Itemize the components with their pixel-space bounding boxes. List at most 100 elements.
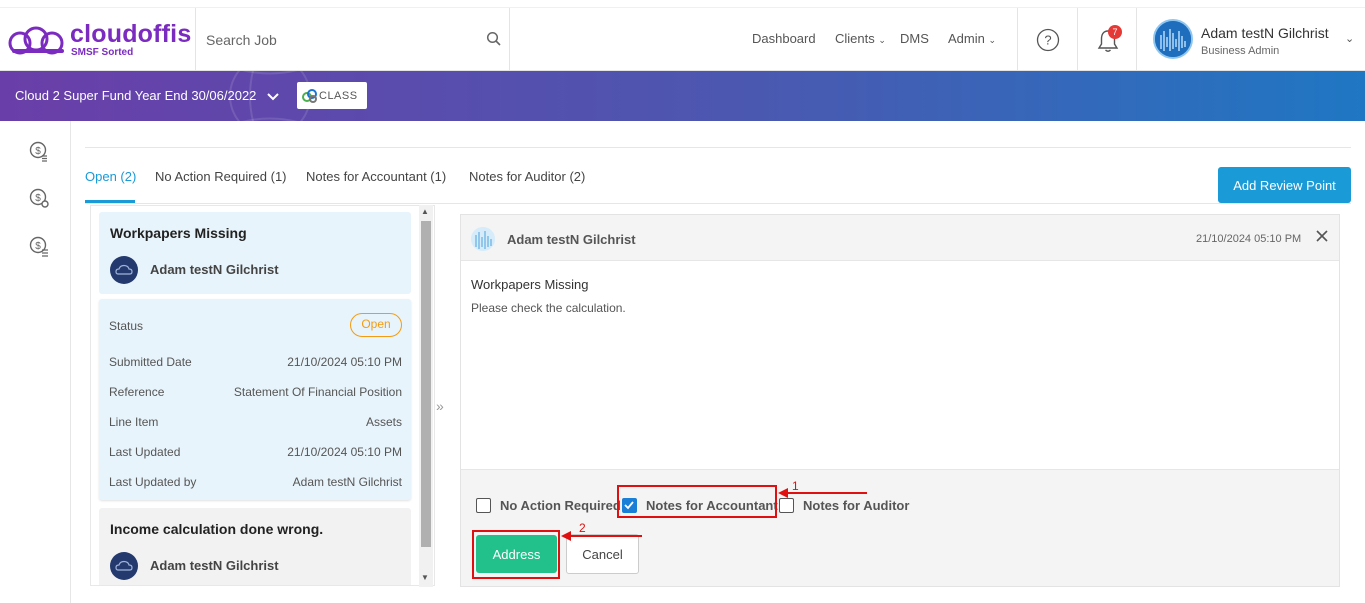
address-button[interactable]: Address	[476, 535, 557, 573]
checkbox-box	[779, 498, 794, 513]
divider	[85, 203, 1351, 204]
review-point-title: Income calculation done wrong.	[110, 521, 324, 537]
tab-notes-for-accountant[interactable]: Notes for Accountant (1)	[306, 169, 446, 184]
detail-value: 21/10/2024 05:10 PM	[287, 355, 402, 369]
class-logo-icon	[302, 89, 317, 103]
checkbox-box	[476, 498, 491, 513]
detail-label: Last Updated by	[109, 475, 197, 489]
notifications-button[interactable]: 7	[1077, 8, 1137, 71]
detail-actions: No Action Required Notes for Accountant …	[461, 469, 1339, 586]
detail-subject: Workpapers Missing	[471, 277, 589, 292]
detail-row-last-updated: Last Updated 21/10/2024 05:10 PM	[109, 445, 402, 463]
detail-row-reference: Reference Statement Of Financial Positio…	[109, 385, 402, 403]
cloudoffis-logo[interactable]: cloudoffis SMSF Sorted	[8, 20, 192, 60]
nav-admin[interactable]: Admin ⌄	[948, 31, 996, 46]
cloud-avatar-icon	[115, 560, 133, 571]
status-badge: Open	[350, 313, 402, 337]
detail-value: Assets	[365, 415, 402, 429]
review-point-details: Status Open Submitted Date 21/10/2024 05…	[99, 299, 411, 500]
detail-label: Line Item	[109, 415, 159, 429]
detail-label: Submitted Date	[109, 355, 192, 369]
brand-tagline: SMSF Sorted	[71, 47, 134, 58]
detail-date: 21/10/2024 05:10 PM	[1196, 233, 1302, 245]
avatar-waveform-icon	[1155, 21, 1191, 57]
detail-label: Last Updated	[109, 445, 181, 459]
tab-open[interactable]: Open (2)	[85, 169, 136, 184]
review-point-list: Workpapers Missing Adam testN Gilchrist …	[90, 205, 435, 586]
nav-clients-label: Clients	[835, 31, 875, 46]
review-point-author: Adam testN Gilchrist	[150, 262, 279, 277]
dollar-gear-icon[interactable]: $	[28, 187, 50, 209]
detail-value: 21/10/2024 05:10 PM	[287, 445, 402, 459]
fund-banner: Cloud 2 Super Fund Year End 30/06/2022 C…	[0, 71, 1365, 121]
detail-row-submitted: Submitted Date 21/10/2024 05:10 PM	[109, 355, 402, 373]
detail-author: Adam testN Gilchrist	[507, 232, 636, 247]
list-scrollbar[interactable]: ▲ ▼	[419, 205, 433, 587]
avatar	[1153, 19, 1193, 59]
class-partner-logo: CLASS	[297, 82, 367, 109]
review-points-main: Open (2) No Action Required (1) Notes fo…	[71, 121, 1365, 603]
chevron-down-icon: ⌄	[988, 35, 997, 45]
chevron-down-icon	[267, 92, 279, 100]
review-point-author: Adam testN Gilchrist	[150, 558, 279, 573]
checkbox-label: No Action Required	[500, 498, 621, 513]
left-sidebar: $ $ $	[0, 121, 71, 603]
scrollbar-thumb[interactable]	[421, 221, 431, 547]
cloud-avatar-icon	[115, 264, 133, 275]
chevron-down-icon: ⌄	[1345, 33, 1355, 45]
svg-text:$: $	[35, 193, 41, 204]
nav-dms[interactable]: DMS	[900, 31, 929, 46]
nav-dashboard[interactable]: Dashboard	[752, 31, 816, 46]
svg-text:$: $	[35, 241, 41, 252]
nav-admin-label: Admin	[948, 31, 985, 46]
search-icon[interactable]	[486, 31, 502, 47]
chevron-down-icon: ⌄	[878, 35, 886, 45]
detail-row-line-item: Line Item Assets	[109, 415, 402, 433]
annotation-highlight-box	[617, 485, 777, 518]
fund-selector[interactable]: Cloud 2 Super Fund Year End 30/06/2022	[15, 88, 280, 103]
divider	[85, 147, 1351, 148]
avatar	[110, 552, 138, 580]
review-point-card[interactable]: Income calculation done wrong. Adam test…	[99, 508, 411, 585]
avatar-waveform-icon	[471, 227, 495, 251]
search-box	[195, 8, 510, 71]
help-icon: ?	[1036, 28, 1060, 52]
user-role: Business Admin	[1201, 45, 1280, 57]
dollar-list-icon[interactable]: $	[28, 235, 50, 257]
search-input[interactable]	[206, 28, 466, 52]
nav-clients[interactable]: Clients ⌄	[835, 31, 886, 46]
dollar-refresh-icon[interactable]: $	[28, 140, 50, 162]
review-point-title: Workpapers Missing	[110, 225, 247, 241]
avatar	[110, 256, 138, 284]
svg-text:$: $	[35, 146, 41, 157]
scroll-down-arrow-icon[interactable]: ▼	[421, 573, 429, 582]
user-menu[interactable]: Adam testN Gilchrist Business Admin ⌄	[1137, 8, 1365, 71]
expand-panel-icon[interactable]: »	[436, 398, 444, 414]
annotation-arrow-icon	[778, 488, 867, 498]
avatar	[471, 227, 495, 251]
detail-value: Statement Of Financial Position	[233, 385, 402, 399]
brand-name: cloudoffis	[70, 20, 192, 48]
detail-label: Reference	[109, 385, 165, 399]
tab-no-action-required[interactable]: No Action Required (1)	[155, 169, 287, 184]
detail-value: Adam testN Gilchrist	[292, 475, 402, 489]
cloudoffis-logo-icon	[8, 26, 64, 55]
fund-title: Cloud 2 Super Fund Year End 30/06/2022	[15, 88, 257, 103]
help-button[interactable]: ?	[1017, 8, 1077, 71]
detail-row-last-updated-by: Last Updated by Adam testN Gilchrist	[109, 475, 402, 493]
annotation-arrow-icon	[561, 531, 642, 541]
add-review-point-button[interactable]: Add Review Point	[1218, 167, 1351, 203]
detail-body: Please check the calculation.	[471, 301, 626, 315]
class-logo-text: CLASS	[319, 90, 358, 102]
notification-count-badge: 7	[1108, 25, 1122, 39]
close-icon[interactable]	[1314, 228, 1330, 244]
checkbox-label: Notes for Auditor	[803, 498, 910, 513]
review-point-card[interactable]: Workpapers Missing Adam testN Gilchrist	[99, 212, 411, 294]
user-name: Adam testN Gilchrist	[1201, 25, 1329, 41]
detail-header: Adam testN Gilchrist 21/10/2024 05:10 PM	[461, 215, 1339, 261]
scroll-up-arrow-icon[interactable]: ▲	[421, 207, 429, 216]
detail-row-status: Status Open	[109, 313, 402, 337]
review-point-detail-panel: Adam testN Gilchrist 21/10/2024 05:10 PM…	[460, 214, 1340, 587]
detail-label: Status	[109, 319, 144, 333]
tab-notes-for-auditor[interactable]: Notes for Auditor (2)	[469, 169, 585, 184]
